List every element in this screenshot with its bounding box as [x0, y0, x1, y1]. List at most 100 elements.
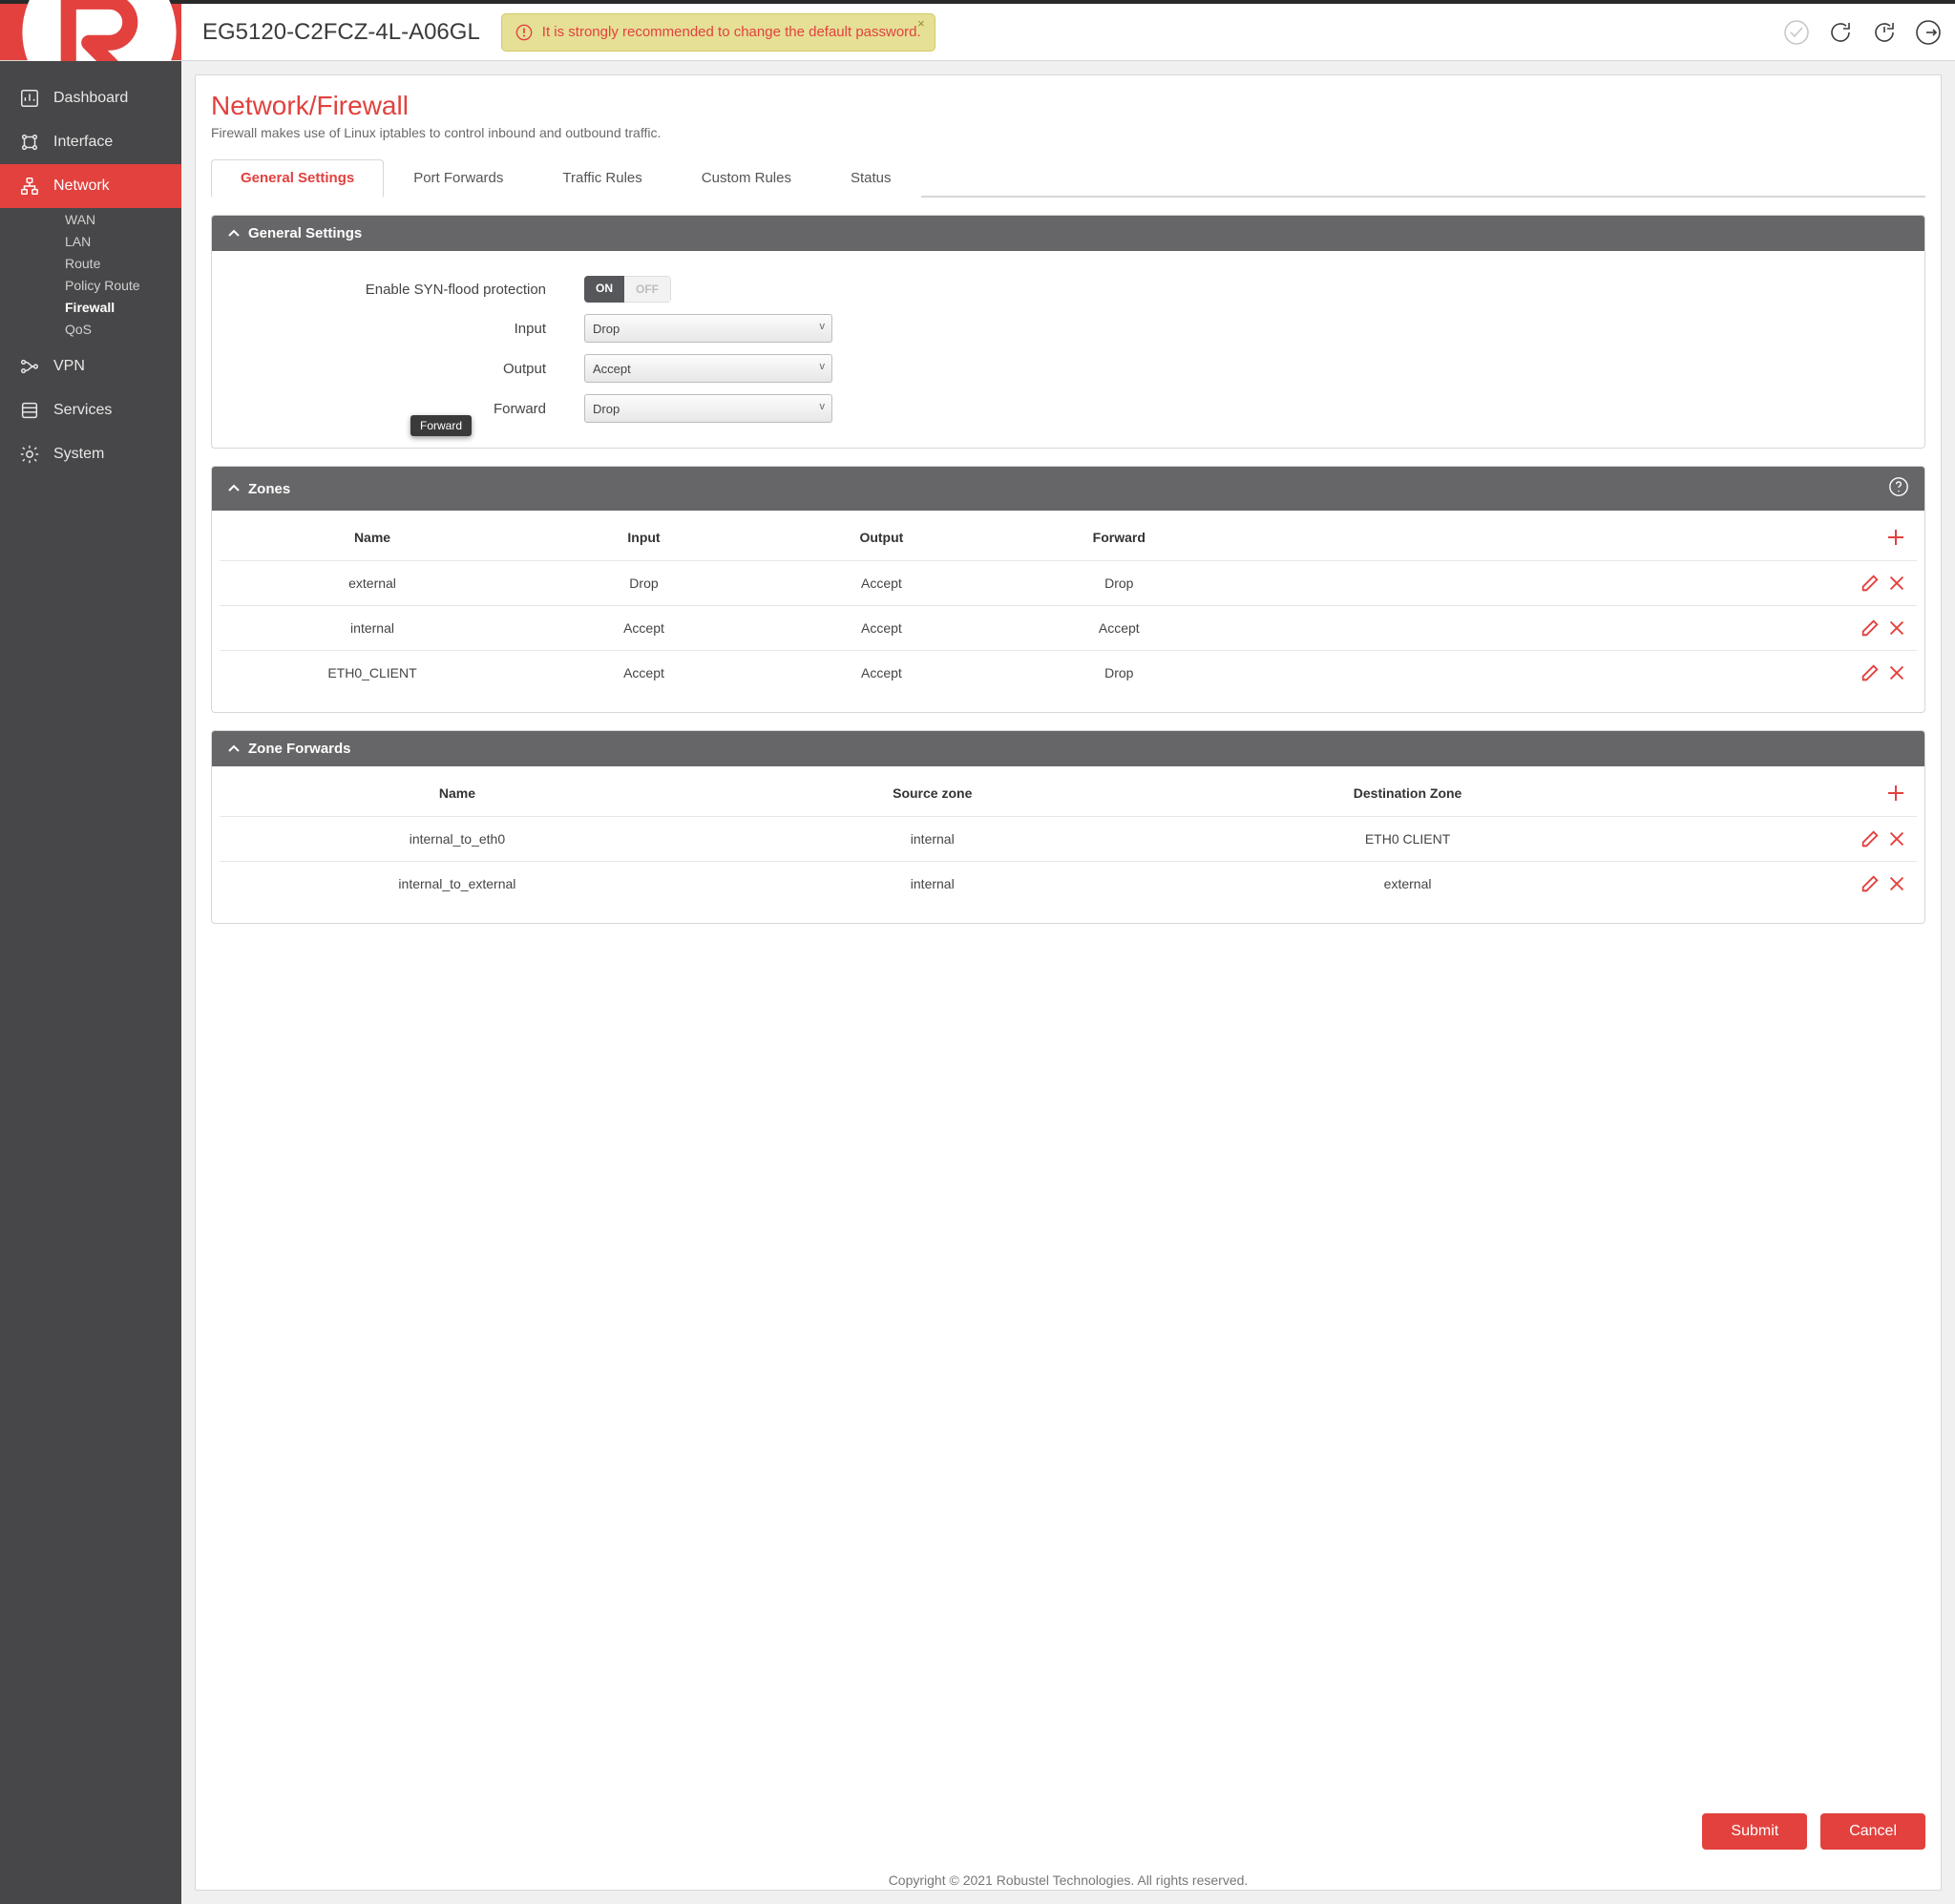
cancel-button[interactable]: Cancel [1820, 1813, 1925, 1850]
forward-label: Forward [279, 401, 584, 417]
delete-icon[interactable] [1886, 662, 1907, 683]
alert-close-icon[interactable]: × [917, 16, 925, 31]
zf-dest: ETH0 CLIENT [1170, 817, 1646, 862]
zf-source: internal [695, 862, 1170, 907]
output-label: Output [279, 361, 584, 377]
zone-forward: Drop [1000, 651, 1238, 696]
sidebar-sub-firewall[interactable]: Firewall [65, 300, 181, 315]
panel-title: Zones [248, 481, 290, 497]
tabs: General Settings Port Forwards Traffic R… [211, 157, 1925, 198]
form-actions: Submit Cancel [211, 1796, 1925, 1867]
panel-header-zones[interactable]: Zones [212, 467, 1924, 511]
sidebar-item-services[interactable]: Services [0, 388, 181, 432]
alert-icon [515, 24, 533, 41]
zone-output: Accept [763, 651, 1000, 696]
panel-header-zone-forwards[interactable]: Zone Forwards [212, 731, 1924, 766]
panel-title: General Settings [248, 225, 362, 241]
delete-icon[interactable] [1886, 873, 1907, 894]
zone-output: Accept [763, 606, 1000, 651]
tab-traffic-rules[interactable]: Traffic Rules [533, 159, 671, 198]
zf-source: internal [695, 817, 1170, 862]
sidebar-item-dashboard[interactable]: Dashboard [0, 76, 181, 120]
zone-forward: Drop [1000, 561, 1238, 606]
sidebar-item-label: Network [53, 178, 110, 195]
submit-button[interactable]: Submit [1702, 1813, 1807, 1850]
reboot-icon[interactable] [1871, 19, 1898, 46]
zones-th-output: Output [763, 514, 1000, 561]
sidebar: Dashboard Interface Network WAN LAN Rout… [0, 61, 181, 1904]
forward-select[interactable]: Drop [584, 394, 832, 423]
sidebar-item-interface[interactable]: Interface [0, 120, 181, 164]
sidebar-sub-route[interactable]: Route [65, 256, 181, 271]
footer: Copyright © 2021 Robustel Technologies. … [211, 1867, 1925, 1890]
delete-icon[interactable] [1886, 828, 1907, 849]
edit-icon[interactable] [1860, 828, 1881, 849]
device-id: EG5120-C2FCZ-4L-A06GL [181, 19, 501, 46]
sidebar-item-label: Services [53, 402, 112, 419]
zone-name: internal [220, 606, 525, 651]
page-description: Firewall makes use of Linux iptables to … [211, 125, 1925, 140]
zf-th-name: Name [220, 770, 695, 817]
topbar-actions [1766, 19, 1942, 46]
output-select[interactable]: Accept [584, 354, 832, 383]
panel-header-general[interactable]: General Settings [212, 216, 1924, 251]
zone-input: Accept [525, 606, 763, 651]
sidebar-item-vpn[interactable]: VPN [0, 345, 181, 388]
sidebar-item-label: VPN [53, 358, 85, 375]
tab-status[interactable]: Status [821, 159, 921, 198]
zone-name: external [220, 561, 525, 606]
tab-general-settings[interactable]: General Settings [211, 159, 384, 198]
chevron-up-icon [227, 743, 241, 756]
sidebar-sub-lan[interactable]: LAN [65, 234, 181, 249]
zf-add-button[interactable] [1884, 782, 1907, 805]
edit-icon[interactable] [1860, 617, 1881, 638]
sidebar-item-label: Interface [53, 134, 113, 151]
refresh-icon[interactable] [1827, 19, 1854, 46]
help-icon[interactable] [1888, 476, 1909, 501]
toggle-on: ON [584, 276, 624, 303]
alert-text: It is strongly recommended to change the… [542, 24, 921, 40]
zf-dest: external [1170, 862, 1646, 907]
main: Network/Firewall Firewall makes use of L… [181, 61, 1955, 1904]
password-alert: It is strongly recommended to change the… [501, 13, 935, 52]
chevron-up-icon [227, 482, 241, 495]
gear-icon [19, 444, 40, 465]
sidebar-subnav-network: WAN LAN Route Policy Route Firewall QoS [0, 208, 181, 345]
zone-output: Accept [763, 561, 1000, 606]
sidebar-item-network[interactable]: Network [0, 164, 181, 208]
logout-icon[interactable] [1915, 19, 1942, 46]
zone-input: Accept [525, 651, 763, 696]
zones-th-input: Input [525, 514, 763, 561]
edit-icon[interactable] [1860, 873, 1881, 894]
topbar: robustel EG5120-C2FCZ-4L-A06GL It is str… [0, 0, 1955, 61]
dashboard-icon [19, 88, 40, 109]
sidebar-sub-qos[interactable]: QoS [65, 322, 181, 337]
zf-name: internal_to_eth0 [220, 817, 695, 862]
page-title: Network/Firewall [211, 91, 1925, 121]
check-icon[interactable] [1783, 19, 1810, 46]
sidebar-sub-wan[interactable]: WAN [65, 212, 181, 227]
chevron-up-icon [227, 227, 241, 241]
brand-logo: robustel [0, 4, 181, 60]
zone-name: ETH0_CLIENT [220, 651, 525, 696]
tab-port-forwards[interactable]: Port Forwards [384, 159, 533, 198]
sidebar-item-system[interactable]: System [0, 432, 181, 476]
zone-forward: Accept [1000, 606, 1238, 651]
input-select[interactable]: Drop [584, 314, 832, 343]
tab-custom-rules[interactable]: Custom Rules [672, 159, 821, 198]
toggle-off: OFF [624, 276, 671, 303]
syn-flood-toggle[interactable]: ON OFF [584, 276, 671, 303]
edit-icon[interactable] [1860, 662, 1881, 683]
zf-th-dest: Destination Zone [1170, 770, 1646, 817]
zf-th-source: Source zone [695, 770, 1170, 817]
delete-icon[interactable] [1886, 617, 1907, 638]
sidebar-sub-policy-route[interactable]: Policy Route [65, 278, 181, 293]
forward-tooltip: Forward [410, 415, 472, 436]
zones-add-button[interactable] [1884, 526, 1907, 549]
vpn-icon [19, 356, 40, 377]
panel-general-settings: General Settings Enable SYN-flood protec… [211, 215, 1925, 449]
zones-table: Name Input Output Forward externalDropAc… [220, 514, 1917, 695]
interface-icon [19, 132, 40, 153]
edit-icon[interactable] [1860, 573, 1881, 594]
delete-icon[interactable] [1886, 573, 1907, 594]
